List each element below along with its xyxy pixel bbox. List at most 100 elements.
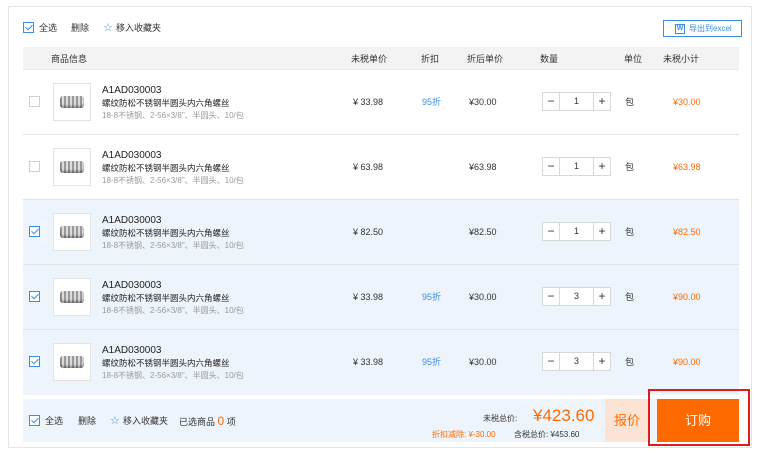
increase-button[interactable]: + bbox=[593, 223, 610, 240]
product-name[interactable]: 螺纹防松不锈钢半圆头内六角螺丝 bbox=[102, 228, 230, 239]
quantity-input[interactable]: 1 bbox=[561, 93, 592, 110]
unit-value: 包 bbox=[625, 97, 635, 107]
col-product-info: 商品信息 bbox=[51, 54, 88, 64]
increase-button[interactable]: + bbox=[593, 353, 610, 370]
screw-image bbox=[60, 356, 84, 368]
decrease-button[interactable]: − bbox=[543, 353, 560, 370]
product-spec: 18-8不锈钢、2-56×3/8"、半圆头、10/包 bbox=[102, 371, 244, 380]
col-unit: 单位 bbox=[624, 54, 643, 64]
star-icon: ☆ bbox=[103, 22, 113, 34]
discounted-price: ¥30.00 bbox=[469, 97, 497, 107]
product-name[interactable]: 螺纹防松不锈钢半圆头内六角螺丝 bbox=[102, 293, 230, 304]
export-excel-label: 导出到excel bbox=[689, 24, 732, 33]
quantity-stepper: − 1 + bbox=[542, 222, 611, 241]
col-quantity: 数量 bbox=[540, 54, 559, 64]
decrease-button[interactable]: − bbox=[543, 158, 560, 175]
product-thumbnail[interactable] bbox=[53, 278, 91, 316]
footer-select-all-label[interactable]: 全选 bbox=[45, 415, 63, 427]
unit-value: 包 bbox=[625, 357, 635, 367]
discount-value: 95折 bbox=[422, 357, 442, 367]
order-button-highlight bbox=[648, 389, 750, 446]
selected-suffix: 项 bbox=[226, 417, 236, 427]
unit-value: 包 bbox=[625, 162, 635, 172]
table-row: A1AD030003 螺纹防松不锈钢半圆头内六角螺丝 18-8不锈钢、2-56×… bbox=[23, 330, 739, 395]
product-spec: 18-8不锈钢、2-56×3/8"、半圆头、10/包 bbox=[102, 176, 244, 185]
table-row: A1AD030003 螺纹防松不锈钢半圆头内六角螺丝 18-8不锈钢、2-56×… bbox=[23, 70, 739, 135]
row-checkbox[interactable] bbox=[29, 161, 40, 172]
unit-price: ¥ 33.98 bbox=[353, 292, 384, 302]
unit-price: ¥ 33.98 bbox=[353, 357, 384, 367]
quantity-stepper: − 3 + bbox=[542, 287, 611, 306]
table-row: A1AD030003 螺纹防松不锈钢半圆头内六角螺丝 18-8不锈钢、2-56×… bbox=[23, 265, 739, 330]
quantity-input[interactable]: 3 bbox=[561, 288, 592, 305]
select-all-checkbox[interactable] bbox=[23, 22, 34, 33]
subtotal-value: ¥63.98 bbox=[673, 162, 701, 172]
unit-price: ¥ 63.98 bbox=[353, 162, 384, 172]
screw-image bbox=[60, 291, 84, 303]
increase-button[interactable]: + bbox=[593, 288, 610, 305]
total-value: ¥423.60 bbox=[533, 406, 595, 425]
cart-footer: 全选 删除 ☆ 移入收藏夹 已选商品 0 项 未税总价: ¥423.60 折扣减… bbox=[23, 399, 739, 442]
subtotal-value: ¥90.00 bbox=[673, 357, 701, 367]
quantity-input[interactable]: 3 bbox=[561, 353, 592, 370]
quantity-stepper: − 1 + bbox=[542, 157, 611, 176]
unit-value: 包 bbox=[625, 292, 635, 302]
unit-value: 包 bbox=[625, 227, 635, 237]
product-thumbnail[interactable] bbox=[53, 343, 91, 381]
subtotal-value: ¥82.50 bbox=[673, 227, 701, 237]
product-code[interactable]: A1AD030003 bbox=[102, 215, 162, 227]
row-checkbox[interactable] bbox=[29, 226, 40, 237]
quantity-input[interactable]: 1 bbox=[561, 158, 592, 175]
cart-table: 商品信息 未税单价 折扣 折后单价 数量 单位 未税小计 A1AD030003 … bbox=[23, 47, 739, 399]
tax-inclusive-total: 含税总价: ¥453.60 bbox=[514, 430, 580, 439]
discounted-price: ¥82.50 bbox=[469, 227, 497, 237]
product-code[interactable]: A1AD030003 bbox=[102, 150, 162, 162]
product-spec: 18-8不锈钢、2-56×3/8"、半圆头、10/包 bbox=[102, 111, 244, 120]
product-code[interactable]: A1AD030003 bbox=[102, 85, 162, 97]
subtotal-value: ¥30.00 bbox=[673, 97, 701, 107]
cart-toolbar: 全选 删除 ☆ 移入收藏夹 W 导出到excel bbox=[9, 7, 751, 47]
unit-price: ¥ 82.50 bbox=[353, 227, 384, 237]
quantity-input[interactable]: 1 bbox=[561, 223, 592, 240]
star-icon: ☆ bbox=[110, 415, 120, 427]
product-code[interactable]: A1AD030003 bbox=[102, 345, 162, 357]
row-checkbox[interactable] bbox=[29, 356, 40, 367]
product-name[interactable]: 螺纹防松不锈钢半圆头内六角螺丝 bbox=[102, 163, 230, 174]
row-checkbox[interactable] bbox=[29, 96, 40, 107]
product-thumbnail[interactable] bbox=[53, 83, 91, 121]
screw-image bbox=[60, 161, 84, 173]
screw-image bbox=[60, 226, 84, 238]
product-name[interactable]: 螺纹防松不锈钢半圆头内六角螺丝 bbox=[102, 98, 230, 109]
row-checkbox[interactable] bbox=[29, 291, 40, 302]
delete-button[interactable]: 删除 bbox=[71, 22, 89, 34]
increase-button[interactable]: + bbox=[593, 158, 610, 175]
decrease-button[interactable]: − bbox=[543, 93, 560, 110]
product-thumbnail[interactable] bbox=[53, 213, 91, 251]
increase-button[interactable]: + bbox=[593, 93, 610, 110]
discounted-price: ¥63.98 bbox=[469, 162, 497, 172]
table-row: A1AD030003 螺纹防松不锈钢半圆头内六角螺丝 18-8不锈钢、2-56×… bbox=[23, 200, 739, 265]
discounted-price: ¥30.00 bbox=[469, 292, 497, 302]
footer-delete-button[interactable]: 删除 bbox=[78, 415, 96, 427]
unit-price: ¥ 33.98 bbox=[353, 97, 384, 107]
product-spec: 18-8不锈钢、2-56×3/8"、半圆头、10/包 bbox=[102, 306, 244, 315]
select-all-label[interactable]: 全选 bbox=[39, 22, 57, 34]
footer-select-all-checkbox[interactable] bbox=[29, 415, 40, 426]
product-thumbnail[interactable] bbox=[53, 148, 91, 186]
discount-value: 95折 bbox=[422, 292, 442, 302]
quantity-stepper: − 3 + bbox=[542, 352, 611, 371]
screw-image bbox=[60, 96, 84, 108]
col-unit-price: 未税单价 bbox=[351, 54, 388, 64]
selected-count-text: 已选商品 0 项 bbox=[179, 415, 236, 428]
decrease-button[interactable]: − bbox=[543, 223, 560, 240]
product-spec: 18-8不锈钢、2-56×3/8"、半圆头、10/包 bbox=[102, 241, 244, 250]
product-name[interactable]: 螺纹防松不锈钢半圆头内六角螺丝 bbox=[102, 358, 230, 369]
product-code[interactable]: A1AD030003 bbox=[102, 280, 162, 292]
footer-move-to-favorites-button[interactable]: 移入收藏夹 bbox=[123, 415, 168, 427]
quote-button[interactable]: 报价 bbox=[605, 399, 649, 442]
move-to-favorites-button[interactable]: 移入收藏夹 bbox=[116, 22, 161, 34]
export-excel-button[interactable]: W 导出到excel bbox=[663, 20, 742, 37]
selected-prefix: 已选商品 bbox=[179, 417, 216, 427]
decrease-button[interactable]: − bbox=[543, 288, 560, 305]
table-row: A1AD030003 螺纹防松不锈钢半圆头内六角螺丝 18-8不锈钢、2-56×… bbox=[23, 135, 739, 200]
